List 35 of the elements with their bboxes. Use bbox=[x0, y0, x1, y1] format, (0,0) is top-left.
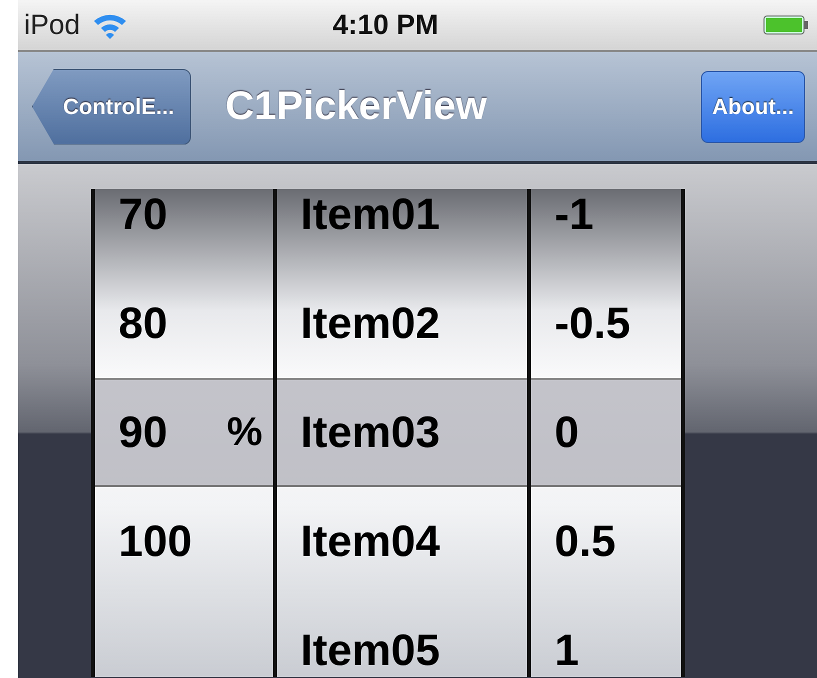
picker-value: Item02 bbox=[300, 298, 441, 348]
picker-value: 80 bbox=[118, 298, 168, 348]
picker-value: Item04 bbox=[300, 516, 441, 566]
picker-row[interactable]: 0.5 bbox=[530, 487, 680, 596]
picker-value: 70 bbox=[118, 190, 168, 240]
picker-row[interactable]: Item03 bbox=[276, 378, 526, 487]
picker-row[interactable]: -0.5 bbox=[530, 269, 680, 378]
nav-title: C1PickerView bbox=[224, 84, 488, 129]
picker-row[interactable]: Item04 bbox=[276, 487, 526, 596]
picker-value: Item05 bbox=[300, 626, 441, 676]
picker-row[interactable]: -1 bbox=[530, 189, 680, 269]
picker-value: 0 bbox=[554, 408, 580, 458]
battery-icon bbox=[763, 15, 809, 35]
picker-row[interactable]: 80 bbox=[94, 269, 272, 378]
picker-value: 1 bbox=[554, 626, 580, 676]
picker-row[interactable]: Item02 bbox=[276, 269, 526, 378]
picker-row[interactable]: 70 bbox=[94, 189, 272, 269]
picker-value: Item01 bbox=[300, 190, 441, 240]
picker-value: 90 bbox=[118, 408, 168, 458]
picker-row[interactable]: Item01 bbox=[276, 189, 526, 269]
picker-value: Item03 bbox=[300, 408, 441, 458]
picker-value: 0.5 bbox=[554, 516, 617, 566]
picker-row[interactable]: 100 bbox=[94, 487, 272, 596]
picker-row[interactable]: Item05 bbox=[276, 596, 526, 677]
picker-value: 100 bbox=[118, 516, 193, 566]
picker-row[interactable]: 1 bbox=[530, 596, 680, 677]
picker-row[interactable]: 90 % bbox=[94, 378, 272, 487]
carrier-name: iPod bbox=[24, 9, 80, 41]
back-button[interactable]: ControlE... bbox=[32, 68, 192, 144]
picker-value: -0.5 bbox=[554, 298, 632, 348]
picker-value: -1 bbox=[554, 190, 595, 240]
picker-row[interactable]: 0 bbox=[530, 378, 680, 487]
status-time: 4:10 PM bbox=[332, 9, 440, 41]
unit-label: % bbox=[226, 410, 262, 455]
picker-wheel[interactable]: 70 80 90 % 100 Item01 Item02 Item03 Item04 Item05 -1 -0.5 0 0.5 1 bbox=[90, 189, 684, 677]
